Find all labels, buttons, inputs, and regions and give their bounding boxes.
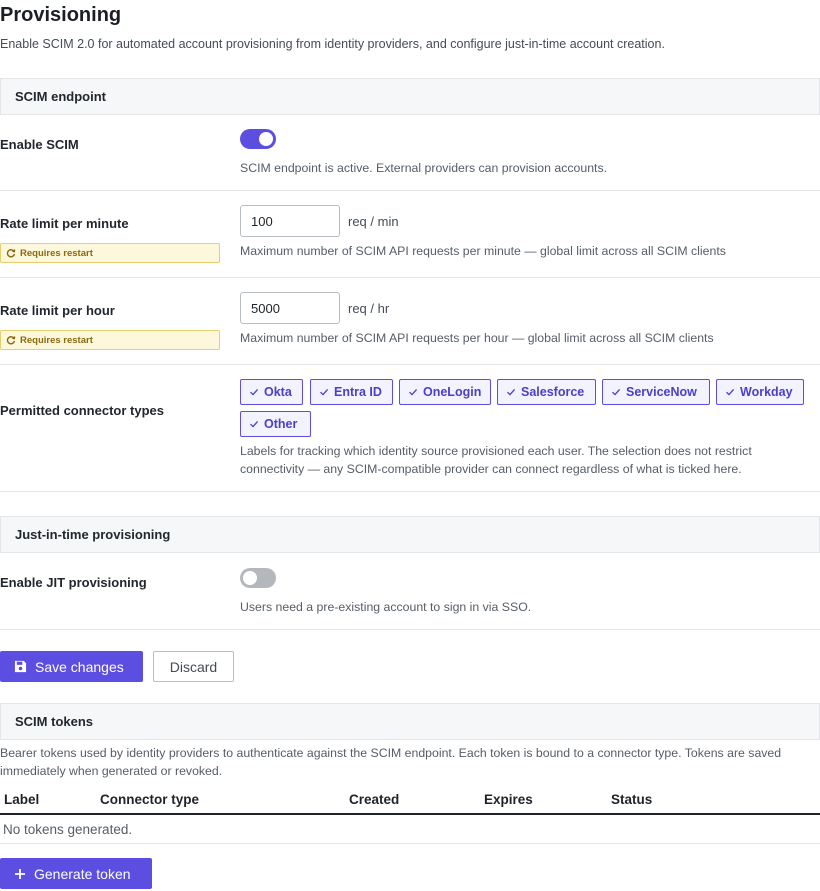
rate-limit-hour-label: Rate limit per hour [0, 303, 115, 318]
chip-entra-id[interactable]: Entra ID [310, 379, 393, 405]
restart-icon [6, 336, 16, 345]
check-icon [726, 388, 735, 396]
chip-label: OneLogin [423, 385, 482, 399]
rate-limit-minute-label: Rate limit per minute [0, 216, 129, 231]
chip-label: Workday [740, 385, 793, 399]
enable-jit-help: Users need a pre-existing account to sig… [240, 600, 532, 614]
generate-token-button[interactable]: Generate token [0, 858, 152, 889]
enable-scim-label: Enable SCIM [0, 137, 79, 152]
table-header-rule [0, 813, 820, 815]
divider [0, 491, 820, 492]
divider [0, 190, 820, 191]
chip-label: Okta [264, 385, 292, 399]
chip-salesforce[interactable]: Salesforce [497, 379, 596, 405]
toggle-knob [243, 571, 257, 585]
check-icon [320, 388, 329, 396]
page-description: Enable SCIM 2.0 for automated account pr… [0, 37, 665, 51]
chip-okta[interactable]: Okta [240, 379, 303, 405]
column-header-label: Label [4, 792, 40, 807]
divider [0, 277, 820, 278]
save-icon [14, 660, 27, 673]
rate-limit-hour-unit: req / hr [348, 301, 390, 316]
column-header-connector-type: Connector type [100, 792, 200, 807]
connector-types-help-line2: connectivity — any SCIM-compatible provi… [240, 462, 742, 476]
plus-icon [15, 868, 25, 879]
save-changes-button[interactable]: Save changes [0, 651, 143, 682]
discard-button[interactable]: Discard [153, 651, 234, 682]
rate-limit-hour-input[interactable] [240, 292, 340, 324]
section-header-tokens: SCIM tokens [0, 703, 820, 740]
badge-text: Requires restart [20, 247, 93, 259]
chip-servicenow[interactable]: ServiceNow [602, 379, 710, 405]
column-header-status: Status [611, 792, 653, 807]
divider [0, 629, 820, 630]
check-icon [250, 388, 259, 396]
chip-workday[interactable]: Workday [716, 379, 804, 405]
connector-types-label: Permitted connector types [0, 403, 164, 418]
restart-icon [6, 249, 16, 258]
check-icon [409, 388, 418, 396]
tokens-empty-state: No tokens generated. [3, 822, 133, 837]
requires-restart-badge: Requires restart [0, 243, 220, 263]
save-changes-label: Save changes [35, 658, 124, 675]
column-header-expires: Expires [484, 792, 533, 807]
rate-limit-minute-unit: req / min [348, 214, 399, 229]
check-icon [612, 388, 621, 396]
chip-label: ServiceNow [626, 385, 697, 399]
section-header-jit: Just-in-time provisioning [0, 516, 820, 553]
tokens-description-line1: Bearer tokens used by identity providers… [0, 746, 782, 760]
divider [0, 843, 820, 844]
check-icon [250, 420, 259, 428]
enable-scim-toggle[interactable] [240, 129, 276, 149]
section-header-scim: SCIM endpoint [0, 78, 820, 115]
connector-types-help-line1: Labels for tracking which identity sourc… [240, 444, 752, 458]
requires-restart-badge: Requires restart [0, 330, 220, 350]
badge-text: Requires restart [20, 334, 93, 346]
toggle-knob [259, 132, 273, 146]
chip-other[interactable]: Other [240, 411, 311, 437]
chip-label: Salesforce [521, 385, 585, 399]
column-header-created: Created [349, 792, 400, 807]
page-title: Provisioning [0, 4, 122, 26]
chip-onelogin[interactable]: OneLogin [399, 379, 491, 405]
enable-jit-label: Enable JIT provisioning [0, 575, 147, 590]
check-icon [507, 388, 516, 396]
divider [0, 364, 820, 365]
tokens-description-line2: immediately when generated or revoked. [0, 764, 223, 778]
generate-token-label: Generate token [34, 865, 131, 882]
chip-label: Other [264, 417, 298, 431]
rate-limit-minute-help: Maximum number of SCIM API requests per … [240, 244, 726, 258]
rate-limit-minute-input[interactable] [240, 205, 340, 237]
chip-label: Entra ID [334, 385, 382, 399]
enable-jit-toggle[interactable] [240, 568, 276, 588]
rate-limit-hour-help: Maximum number of SCIM API requests per … [240, 331, 714, 345]
enable-scim-help: SCIM endpoint is active. External provid… [240, 161, 608, 175]
